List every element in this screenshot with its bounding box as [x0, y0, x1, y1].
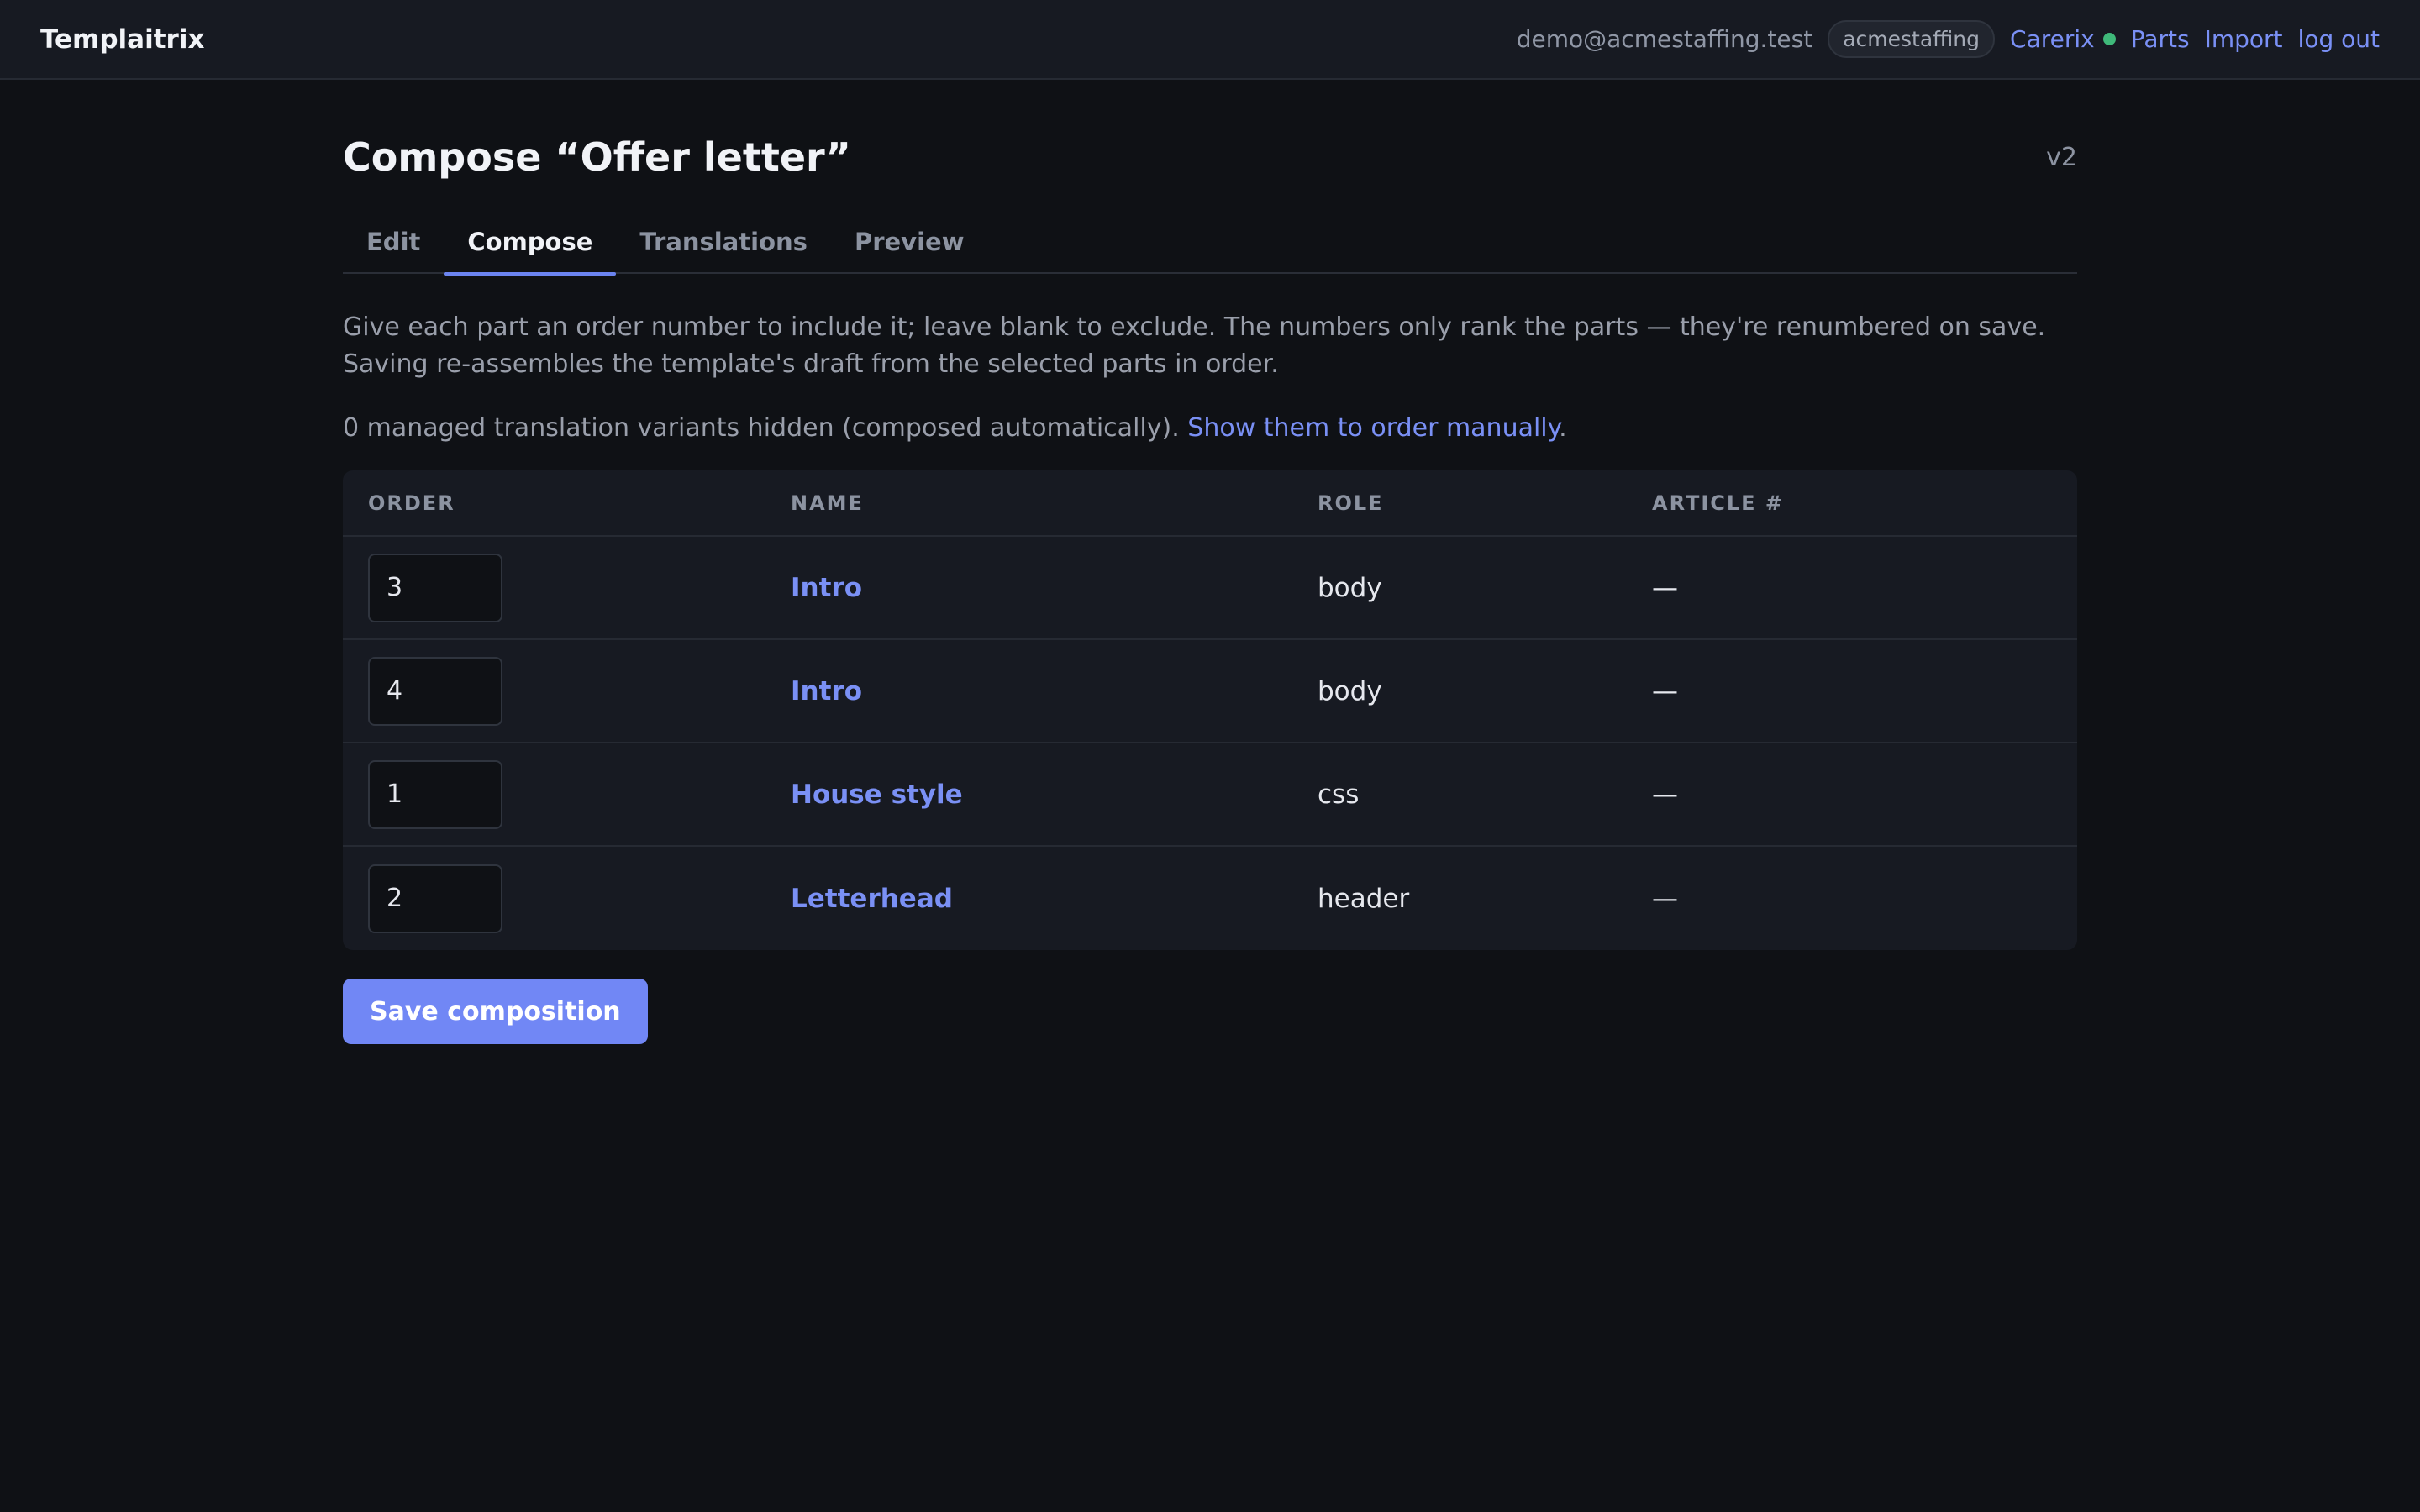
- order-cell: [343, 656, 791, 726]
- org-badge: acmestaffing: [1828, 20, 1996, 58]
- tab-compose[interactable]: Compose: [444, 209, 617, 276]
- hidden-note-suffix: .: [1559, 413, 1567, 443]
- show-variants-link[interactable]: Show them to order manually: [1187, 413, 1559, 443]
- role-cell: body: [1318, 572, 1382, 603]
- article-cell: —: [1652, 675, 1678, 706]
- order-input[interactable]: [368, 553, 502, 622]
- order-input[interactable]: [368, 864, 502, 933]
- role-cell: header: [1318, 883, 1410, 914]
- name-cell: Intro: [791, 573, 1318, 603]
- version-label: v2: [2046, 142, 2077, 172]
- article-cell: —: [1652, 883, 1678, 914]
- table-header: ORDER NAME ROLE ARTICLE #: [343, 470, 2077, 537]
- help-line-2: Saving re-assembles the template's draft…: [343, 349, 1279, 379]
- tab-preview[interactable]: Preview: [831, 209, 988, 274]
- name-cell: Letterhead: [791, 884, 1318, 914]
- user-email: demo@acmestaffing.test: [1516, 25, 1813, 53]
- table-row: Letterhead header —: [343, 847, 2077, 950]
- parts-table: ORDER NAME ROLE ARTICLE # Intro body — I…: [343, 470, 2077, 950]
- name-cell: Intro: [791, 676, 1318, 706]
- nav-link-import[interactable]: Import: [2205, 25, 2283, 53]
- top-nav: demo@acmestaffing.test acmestaffing Care…: [1517, 20, 2380, 58]
- help-text: Give each part an order number to includ…: [343, 309, 2077, 383]
- column-header-role: ROLE: [1318, 491, 1384, 515]
- connected-status-dot-icon: [2102, 33, 2116, 45]
- nav-link-parts[interactable]: Parts: [2131, 25, 2190, 53]
- part-name-link[interactable]: Letterhead: [791, 884, 953, 914]
- top-bar: Templaitrix demo@acmestaffing.test acmes…: [0, 0, 2420, 80]
- column-header-name: NAME: [791, 491, 864, 515]
- table-row: House style css —: [343, 743, 2077, 847]
- app-brand[interactable]: Templaitrix: [40, 24, 204, 55]
- column-header-order: ORDER: [368, 491, 455, 515]
- order-cell: [343, 553, 791, 622]
- part-name-link[interactable]: Intro: [791, 676, 862, 706]
- tab-translations[interactable]: Translations: [616, 209, 831, 274]
- order-cell: [343, 864, 791, 933]
- order-cell: [343, 759, 791, 829]
- hidden-variants-text: 0 managed translation variants hidden (c…: [343, 413, 1180, 443]
- table-row: Intro body —: [343, 537, 2077, 640]
- page-title: Compose “Offer letter”: [343, 134, 851, 180]
- role-cell: css: [1318, 779, 1360, 810]
- part-name-link[interactable]: Intro: [791, 573, 862, 603]
- carerix-status[interactable]: Carerix: [2010, 25, 2116, 53]
- table-row: Intro body —: [343, 640, 2077, 743]
- article-cell: —: [1652, 572, 1678, 603]
- order-input[interactable]: [368, 759, 502, 829]
- role-cell: body: [1318, 675, 1382, 706]
- article-cell: —: [1652, 779, 1678, 810]
- tab-edit[interactable]: Edit: [343, 209, 444, 274]
- help-line-1: Give each part an order number to includ…: [343, 312, 2046, 342]
- hidden-variants-note: 0 managed translation variants hidden (c…: [343, 410, 2077, 447]
- name-cell: House style: [791, 780, 1318, 810]
- nav-link-logout[interactable]: log out: [2298, 25, 2380, 53]
- column-header-article: ARTICLE #: [1652, 491, 1785, 515]
- order-input[interactable]: [368, 656, 502, 726]
- tab-bar: Edit Compose Translations Preview: [343, 209, 2077, 276]
- part-name-link[interactable]: House style: [791, 780, 963, 810]
- save-composition-button[interactable]: Save composition: [343, 979, 648, 1044]
- nav-link-carerix[interactable]: Carerix: [2010, 25, 2095, 53]
- main-content: Compose “Offer letter” v2 Edit Compose T…: [343, 80, 2077, 1044]
- title-row: Compose “Offer letter” v2: [343, 129, 2077, 186]
